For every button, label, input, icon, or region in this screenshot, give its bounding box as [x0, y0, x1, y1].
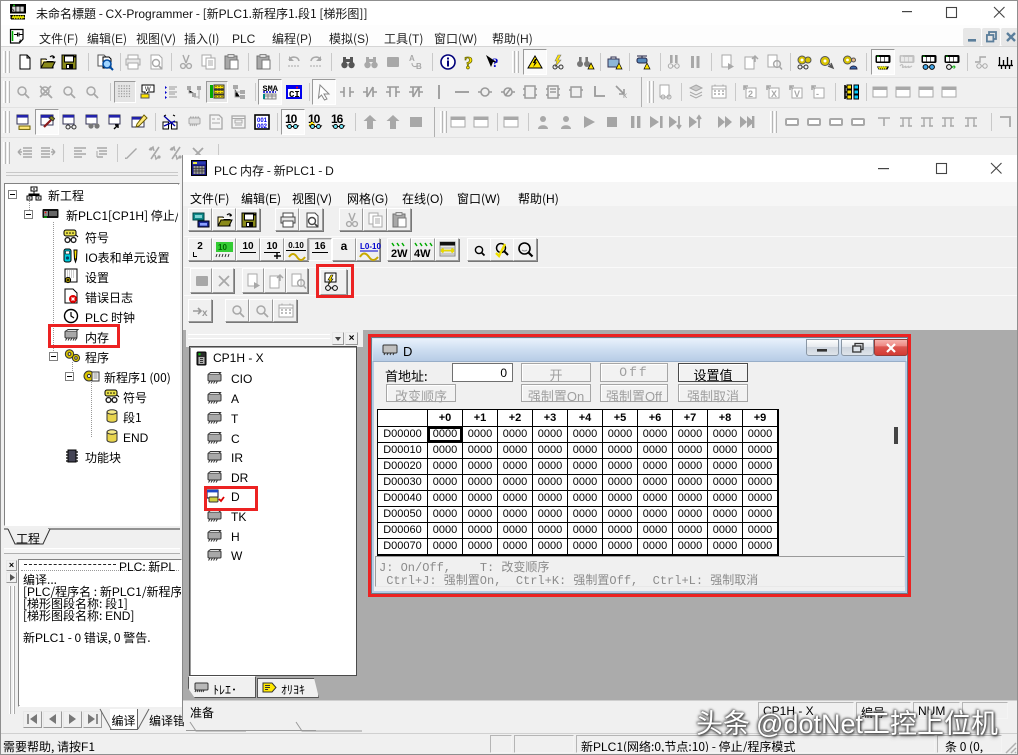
- svg-text:10: 10: [285, 112, 298, 126]
- svg-text:X: X: [771, 89, 777, 99]
- svg-text:-: -: [816, 89, 819, 99]
- svg-text:CI: CI: [289, 90, 300, 100]
- svg-text:L0-10: L0-10: [360, 242, 381, 251]
- svg-text:x: x: [202, 308, 208, 319]
- svg-text:?: ?: [492, 55, 499, 70]
- svg-text:2W: 2W: [391, 248, 408, 260]
- svg-text:2: 2: [748, 89, 753, 99]
- svg-text:10: 10: [218, 243, 227, 252]
- svg-text:W: W: [145, 87, 151, 93]
- svg-text:A: A: [409, 54, 415, 63]
- svg-text:16: 16: [331, 112, 344, 126]
- svg-text:?: ?: [464, 53, 473, 73]
- svg-text:002: 002: [257, 124, 268, 130]
- svg-text:V: V: [794, 89, 800, 99]
- svg-text:4W: 4W: [414, 248, 431, 260]
- svg-text:k: k: [623, 91, 628, 100]
